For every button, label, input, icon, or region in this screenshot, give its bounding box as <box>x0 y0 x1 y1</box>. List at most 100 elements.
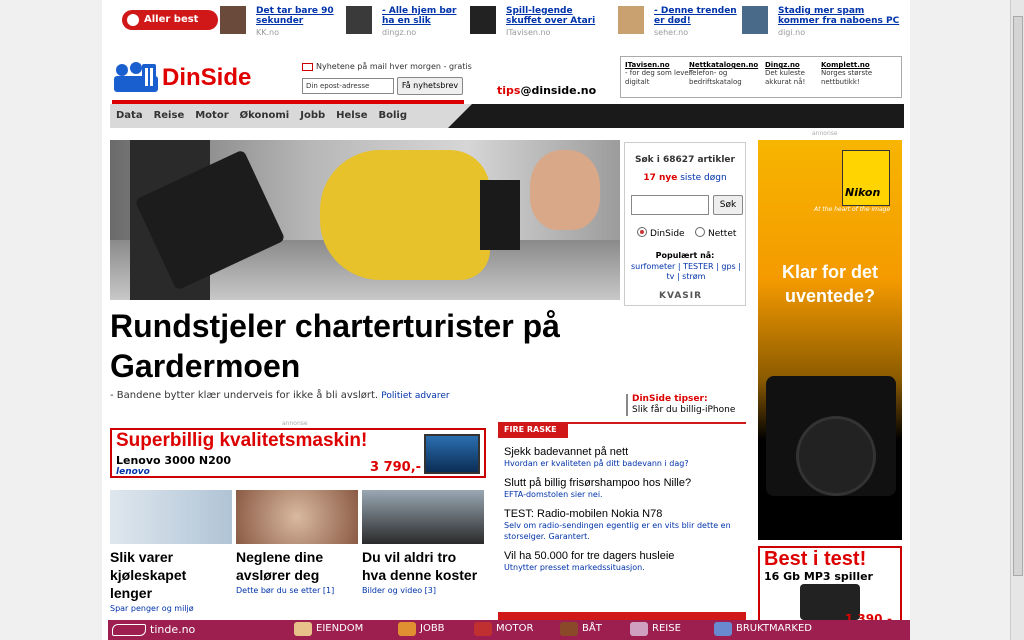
fire-raske-item[interactable]: Sjekk badevannet på nett Hvordan er kval… <box>504 446 746 469</box>
fire-raske-item[interactable]: Vil ha 50.000 for tre dagers husleie Utn… <box>504 550 746 573</box>
job-icon <box>398 622 416 636</box>
search-title: Søk i 68627 artikler <box>635 155 735 165</box>
hero-image[interactable] <box>110 140 620 300</box>
fire-raske-section: FIRE RASKE Sjekk badevannet på nett Hvor… <box>498 422 746 573</box>
nav-item-reise[interactable]: Reise <box>154 110 185 121</box>
strip-item-source: ITavisen.no <box>506 28 551 37</box>
tips-email-link[interactable]: tips@dinside.no <box>497 84 596 97</box>
strip-item-title[interactable]: Spill-legende skuffet over Atari <box>506 6 596 26</box>
badge-dot-icon <box>127 14 139 26</box>
best-test-ad[interactable]: Best i test! 16 Gb MP3 spiller 1 390,- <box>758 546 902 626</box>
tinde-logo[interactable]: tinde.no <box>112 623 195 636</box>
laptop-image <box>424 434 480 474</box>
newsletter-form: Nyhetene på mail hver morgen - gratis Di… <box>302 62 472 95</box>
strip-thumb <box>742 6 768 34</box>
story-title[interactable]: Du vil aldri tro hva denne koster <box>362 548 484 584</box>
bottom-link-motor[interactable]: MOTOR <box>474 622 533 636</box>
bottom-link-bat[interactable]: BÅT <box>560 622 602 636</box>
tinde-bottom-bar: tinde.no EIENDOM JOBB MOTOR BÅT REISE BR… <box>108 620 910 640</box>
strip-item-source: dingz.no <box>382 28 417 37</box>
vertical-scrollbar[interactable] <box>1010 0 1024 640</box>
story-meta[interactable]: Bilder og video [3] <box>362 586 484 595</box>
search-input[interactable] <box>631 195 709 215</box>
story-card[interactable]: Slik varer kjøleskapet lenger Spar penge… <box>110 490 232 613</box>
strip-item-title[interactable]: - Denne trenden er død! <box>654 6 744 26</box>
strip-item-title[interactable]: Stadig mer spam kommer fra naboens PC <box>778 6 908 26</box>
radio-nettet[interactable]: Nettet <box>695 227 736 239</box>
nav-dark-band <box>448 104 904 128</box>
strip-thumb <box>346 6 372 34</box>
ad-label: annonse <box>282 420 308 427</box>
radio-unchecked-icon <box>695 227 705 237</box>
story-title[interactable]: Neglene dine avslører deg <box>236 548 358 584</box>
lead-link[interactable]: Politiet advarer <box>381 391 449 401</box>
page: Aller best nå: Det tar bare 90 sekunder … <box>102 0 910 640</box>
partner-link[interactable]: Nettkatalogen.no Telefon- og bedriftskat… <box>689 61 758 87</box>
boat-icon <box>560 622 578 636</box>
partner-link[interactable]: Dingz.no Det kuleste akkurat nå! <box>765 61 821 87</box>
camera-image <box>766 376 896 496</box>
best-now-badge: Aller best nå: <box>122 10 218 45</box>
bottom-link-bruktmarked[interactable]: BRUKTMARKED <box>714 622 812 636</box>
market-icon <box>714 622 732 636</box>
fire-raske-item[interactable]: Slutt på billig frisørshampoo hos Nille?… <box>504 477 746 500</box>
strip-item-title[interactable]: Det tar bare 90 sekunder <box>256 6 346 26</box>
nav-item-motor[interactable]: Motor <box>195 110 228 121</box>
dinside-tips[interactable]: DinSide tipser: Slik får du billig-iPhon… <box>626 394 735 416</box>
main-headline[interactable]: Rundstjeler charterturister på Gardermoe… <box>110 306 620 386</box>
main-lead: - Bandene bytter klær underveis for ikke… <box>110 390 450 401</box>
story-image[interactable] <box>110 490 232 544</box>
strip-thumb <box>470 6 496 34</box>
car-icon <box>474 622 492 636</box>
popular-label: Populært nå: <box>655 251 715 260</box>
story-card[interactable]: Du vil aldri tro hva denne koster Bilder… <box>362 490 484 595</box>
nav-item-jobb[interactable]: Jobb <box>300 110 325 121</box>
newsletter-email-input[interactable]: Din epost-adresse <box>302 78 394 94</box>
top-ad-strip: Aller best nå: Det tar bare 90 sekunder … <box>112 4 910 45</box>
bottom-link-jobb[interactable]: JOBB <box>398 622 445 636</box>
story-image[interactable] <box>236 490 358 544</box>
fire-raske-item[interactable]: TEST: Radio-mobilen Nokia N78 Selv om ra… <box>504 508 746 542</box>
story-title[interactable]: Slik varer kjøleskapet lenger <box>110 548 232 602</box>
tester-section-bar <box>498 612 746 620</box>
story-card[interactable]: Neglene dine avslører deg Dette bør du s… <box>236 490 358 595</box>
section-label: FIRE RASKE <box>498 422 568 438</box>
partner-link[interactable]: ITavisen.no - for deg som lever digitalt <box>625 61 693 87</box>
kvasir-logo: KVASIR <box>659 291 703 301</box>
strip-item-source: KK.no <box>256 28 279 37</box>
new-articles: 17 nye siste døgn <box>643 173 727 183</box>
radio-dinside[interactable]: DinSide <box>637 227 685 239</box>
nav-item-bolig[interactable]: Bolig <box>378 110 407 121</box>
tinde-logo-icon <box>112 624 146 636</box>
radio-checked-icon <box>637 227 647 237</box>
strip-thumb <box>220 6 246 34</box>
bottom-link-reise[interactable]: REISE <box>630 622 681 636</box>
strip-item-source: seher.no <box>654 28 689 37</box>
strip-item-source: digi.no <box>778 28 806 37</box>
bottom-link-eiendom[interactable]: EIENDOM <box>294 622 363 636</box>
logo-mark-icon <box>114 62 158 92</box>
story-meta[interactable]: Spar penger og miljø <box>110 604 232 613</box>
dinside-logo[interactable]: DinSide <box>114 58 264 98</box>
strip-thumb <box>618 6 644 34</box>
story-meta[interactable]: Dette bør du se etter [1] <box>236 586 358 595</box>
nav-item-okonomi[interactable]: Økonomi <box>240 110 290 121</box>
strip-item-title[interactable]: - Alle hjem bør ha en slik <box>382 6 472 26</box>
story-image[interactable] <box>362 490 484 544</box>
newsletter-label: Nyhetene på mail hver morgen - gratis <box>316 62 472 71</box>
partner-link[interactable]: Komplett.no Norges største nettbutikk! <box>821 61 901 87</box>
nav-item-helse[interactable]: Helse <box>336 110 367 121</box>
ad-label: annonse <box>812 130 838 137</box>
scrollbar-thumb[interactable] <box>1013 16 1023 576</box>
logo-text: DinSide <box>162 64 252 91</box>
popular-links[interactable]: surfometer | TESTER | gps | tv | strøm <box>629 262 743 282</box>
search-box: Søk i 68627 artikler 17 nye siste døgn S… <box>624 142 746 306</box>
envelope-icon <box>302 63 313 71</box>
nikon-ad[interactable]: Nikon At the heart of the image Klar for… <box>758 140 902 540</box>
newsletter-submit-button[interactable]: Få nyhetsbrev <box>397 77 463 95</box>
nav-item-data[interactable]: Data <box>116 110 143 121</box>
lenovo-ad[interactable]: Superbillig kvalitetsmaskin! Lenovo 3000… <box>110 428 486 478</box>
nikon-logo: Nikon <box>842 150 890 206</box>
travel-icon <box>630 622 648 636</box>
search-button[interactable]: Søk <box>713 195 743 215</box>
